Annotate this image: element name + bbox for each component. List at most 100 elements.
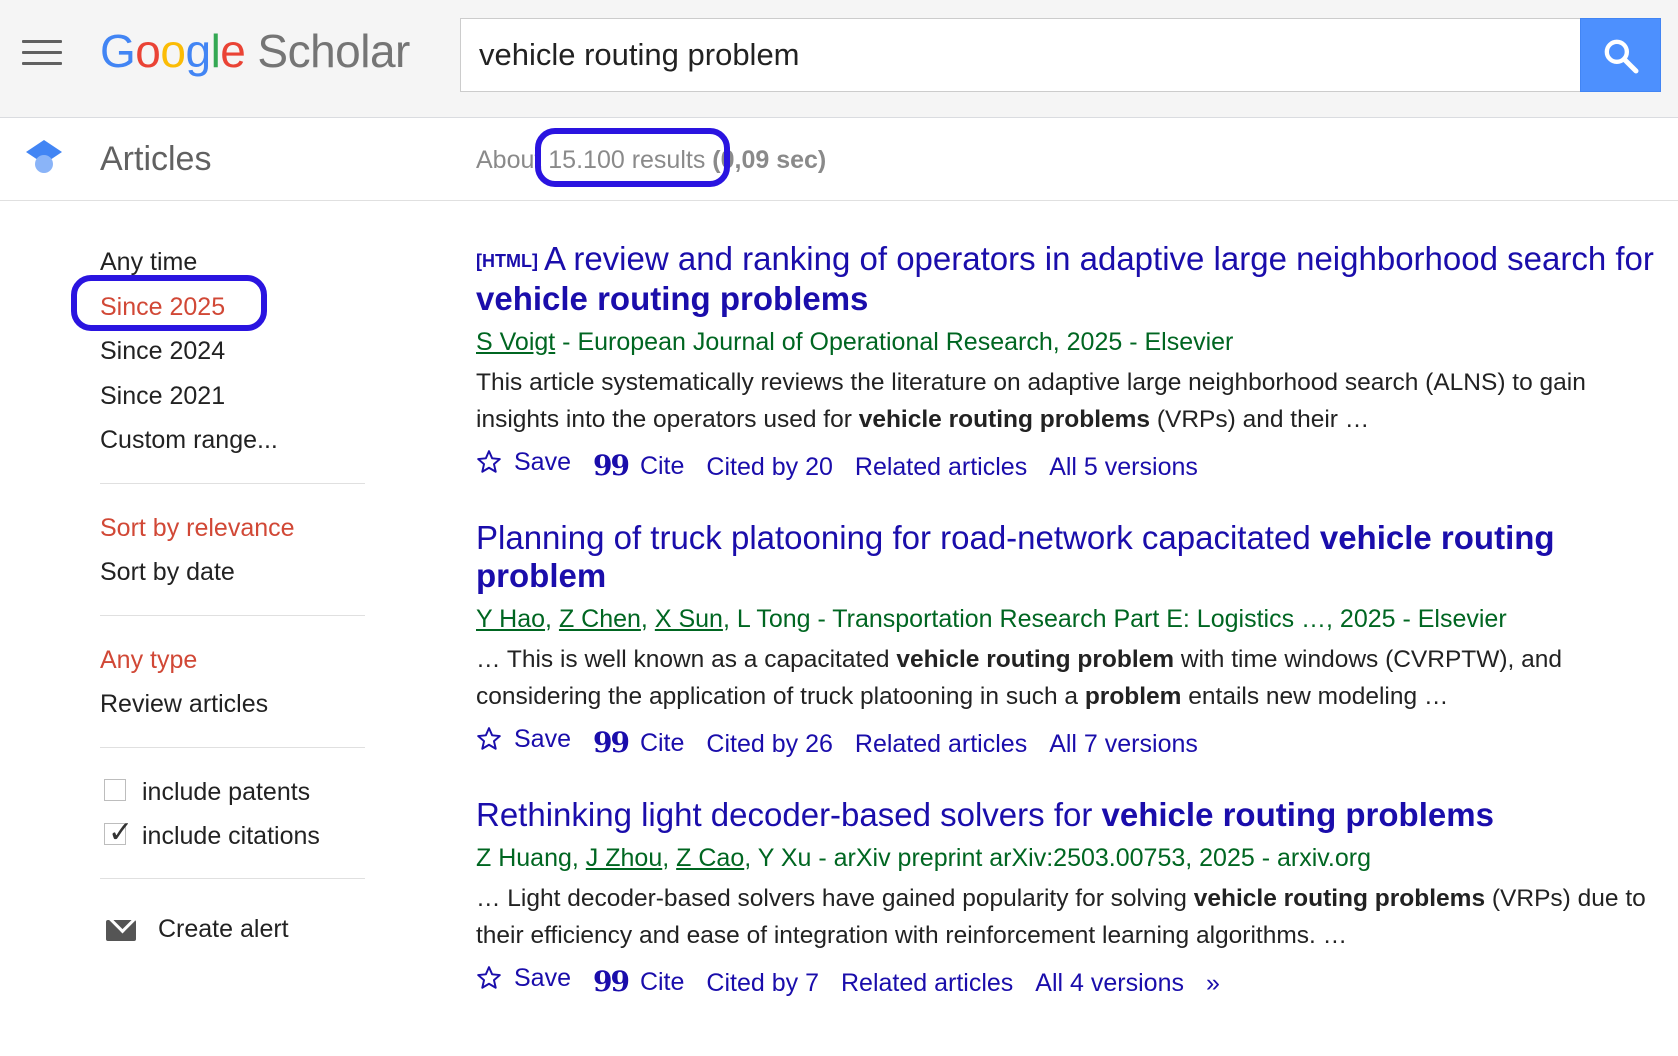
snippet-text: … This is well known as a capacitated [476, 646, 897, 673]
title-text: A review and ranking of operators in ada… [543, 240, 1654, 277]
result-actions: Save 99 Cite Cited by 26 Related articles All… [476, 719, 1666, 764]
result-meta: Z Huang, J Zhou, Z Cao, Y Xu - arXiv pre… [476, 844, 1371, 872]
result-snippet: This article systematically reviews the … [476, 364, 1666, 438]
snippet-text: … Light decoder-based solvers have gaine… [476, 885, 1194, 912]
result-title-link[interactable]: Planning of truck platooning for road-ne… [476, 519, 1666, 595]
author[interactable]: Z Chen [559, 605, 641, 633]
format-tag[interactable]: [HTML] [476, 251, 538, 271]
result-actions: Save 99 Cite Cited by 20 Related articles All… [476, 442, 1666, 487]
author: Z Huang [476, 844, 572, 872]
filter-sidebar: Any time Since 2025 Since 2024 Since 202… [100, 240, 365, 951]
search-result: Rethinking light decoder-based solvers f… [476, 796, 1666, 1003]
quote-icon: 99 [592, 726, 630, 759]
result-meta: S Voigt - European Journal of Operationa… [476, 324, 1666, 360]
filter-since-2024[interactable]: Since 2024 [100, 329, 365, 374]
author: L Tong [736, 605, 811, 633]
save-label: Save [514, 725, 571, 753]
filter-since-2025[interactable]: Since 2025 [100, 285, 365, 330]
cite-button[interactable]: 99 Cite [593, 446, 684, 486]
snippet-text: vehicle routing problems [1193, 885, 1486, 912]
title-text: Planning of truck platooning for road-ne… [476, 519, 1320, 556]
result-actions: Save 99 Cite Cited by 7 Related articles All … [476, 958, 1666, 1003]
result-title-link[interactable]: [HTML] A review and ranking of operators … [476, 240, 1666, 318]
author: Y Xu [757, 844, 812, 872]
star-icon [477, 450, 501, 473]
results-count-highlight [535, 128, 730, 187]
include-patents-checkbox[interactable] [104, 778, 126, 801]
sub-header: Articles About 15.100 results (0,09 sec) [0, 118, 1678, 201]
cited-by-link[interactable]: Cited by 20 [706, 447, 832, 487]
include-citations-option[interactable]: ✓ include citations [100, 814, 365, 858]
sort-by-date[interactable]: Sort by date [100, 550, 365, 595]
filter-review-articles[interactable]: Review articles [100, 682, 365, 727]
divider [100, 482, 365, 484]
filter-any-type[interactable]: Any type [100, 638, 365, 683]
cite-label: Cite [639, 967, 685, 996]
result-meta: Y Hao, Z Chen, X Sun, L Tong - Transport… [476, 605, 1507, 633]
section-label: Articles [100, 140, 212, 178]
snippet-text: problem [1084, 683, 1182, 710]
sort-by-relevance[interactable]: Sort by relevance [100, 506, 365, 551]
include-patents-option[interactable]: include patents [100, 770, 365, 814]
quote-icon: 99 [592, 965, 630, 998]
snippet-text: (VRPs) and their … [1150, 406, 1370, 433]
related-articles-link[interactable]: Related articles [855, 724, 1027, 764]
hamburger-menu-icon[interactable] [22, 40, 62, 68]
divider [100, 614, 365, 616]
cite-label: Cite [639, 451, 685, 480]
title-text: vehicle routing problems [476, 280, 869, 317]
related-articles-link[interactable]: Related articles [855, 447, 1027, 487]
search-box [460, 18, 1581, 92]
all-versions-link[interactable]: All 4 versions [1035, 963, 1184, 1003]
graduation-cap-icon [26, 140, 62, 173]
results-list: [HTML] A review and ranking of operators … [476, 240, 1666, 1035]
title-text: vehicle routing problems [1101, 796, 1494, 833]
divider [100, 746, 365, 748]
all-versions-link[interactable]: All 5 versions [1049, 447, 1198, 487]
author[interactable]: S Voigt [476, 328, 555, 356]
result-title-link[interactable]: Rethinking light decoder-based solvers f… [476, 796, 1666, 834]
star-icon [477, 966, 501, 989]
search-input[interactable] [479, 19, 1559, 91]
quote-icon: 99 [592, 449, 630, 482]
save-label: Save [514, 964, 571, 992]
filter-custom-range[interactable]: Custom range... [100, 418, 365, 463]
author[interactable]: X Sun [655, 605, 723, 633]
google-scholar-logo[interactable]: Google Scholar [100, 24, 410, 78]
save-button[interactable]: Save [476, 442, 571, 482]
publication-source: - arXiv preprint arXiv:2503.00753, 2025 … [811, 844, 1371, 872]
author[interactable]: J Zhou [586, 844, 662, 872]
cite-button[interactable]: 99 Cite [593, 962, 684, 1002]
filter-since-2021[interactable]: Since 2021 [100, 374, 365, 419]
result-snippet: … Light decoder-based solvers have gaine… [476, 880, 1666, 954]
checkmark-icon: ✓ [108, 815, 134, 849]
search-result: Planning of truck platooning for road-ne… [476, 519, 1666, 764]
snippet-text: entails new modeling … [1181, 683, 1449, 710]
filter-any-time[interactable]: Any time [100, 240, 365, 285]
save-button[interactable]: Save [476, 719, 571, 759]
save-button[interactable]: Save [476, 958, 571, 998]
save-label: Save [514, 448, 571, 476]
publication-source: - Transportation Research Part E: Logist… [810, 605, 1507, 633]
cited-by-link[interactable]: Cited by 7 [706, 963, 819, 1003]
author[interactable]: Y Hao [476, 605, 545, 633]
divider [100, 877, 365, 879]
snippet-text: vehicle routing problem [896, 646, 1175, 673]
include-citations-checkbox[interactable]: ✓ [104, 817, 133, 847]
related-articles-link[interactable]: Related articles [841, 963, 1013, 1003]
search-button[interactable] [1580, 18, 1661, 92]
star-icon [477, 727, 501, 750]
snippet-text: vehicle routing problems [858, 406, 1151, 433]
author[interactable]: Z Cao [676, 844, 744, 872]
cite-button[interactable]: 99 Cite [593, 723, 684, 763]
publication-source: - European Journal of Operational Resear… [555, 328, 1234, 356]
result-snippet: … This is well known as a capacitated ve… [476, 641, 1666, 715]
cite-label: Cite [639, 728, 685, 757]
envelope-icon [106, 919, 136, 941]
search-result: [HTML] A review and ranking of operators … [476, 240, 1666, 487]
create-alert-link[interactable]: Create alert [100, 907, 365, 951]
search-icon [1604, 39, 1639, 74]
all-versions-link[interactable]: All 7 versions [1049, 724, 1198, 764]
more-chevron-icon[interactable]: » [1206, 963, 1220, 1003]
cited-by-link[interactable]: Cited by 26 [706, 724, 832, 764]
